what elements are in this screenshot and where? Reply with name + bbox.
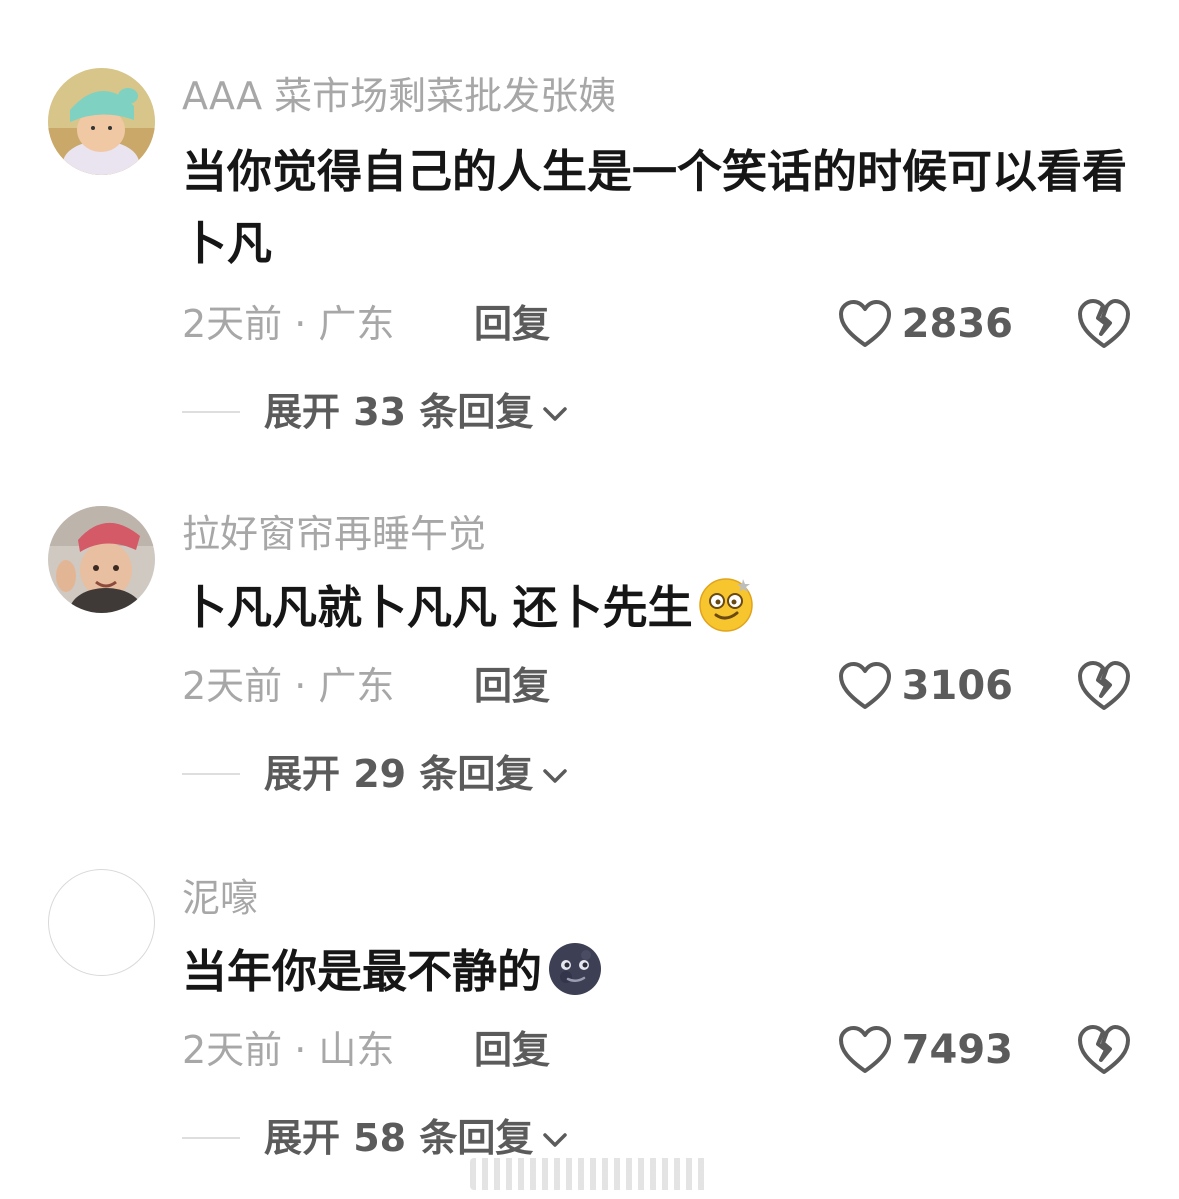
reply-button[interactable]: 回复 [474, 300, 550, 348]
reply-button[interactable]: 回复 [474, 1026, 550, 1074]
expand-replies-label: 展开 29 条回复 [264, 752, 534, 796]
divider-line [182, 773, 240, 775]
like-count: 7493 [901, 1027, 1013, 1073]
comment-text: 卜凡凡就卜凡凡 还卜先生 [182, 572, 1142, 654]
like-count: 2836 [901, 301, 1013, 347]
dislike-button[interactable] [1076, 1022, 1132, 1078]
dislike-button[interactable] [1076, 658, 1132, 714]
expand-replies-button[interactable]: 展开 33 条回复 [182, 386, 569, 438]
avatar-cartoon-image [48, 68, 155, 175]
dizzy-face-emoji [697, 575, 755, 654]
reply-button[interactable]: 回复 [474, 662, 550, 710]
chevron-down-icon [543, 407, 568, 421]
watermark [470, 1158, 710, 1190]
comment-time-location: 2天前 · 山东 [182, 1028, 395, 1072]
new-moon-face-emoji [546, 939, 604, 1018]
comment-text: 当你觉得自己的人生是一个笑话的时候可以看看卜凡 [182, 136, 1142, 280]
divider-line [182, 411, 240, 413]
chevron-down-icon [543, 1133, 568, 1147]
comment-text-content: 卜凡凡就卜凡凡 还卜先生 [182, 581, 693, 634]
chevron-down-icon [543, 769, 568, 783]
expand-replies-button[interactable]: 展开 29 条回复 [182, 748, 569, 800]
comment-time-location: 2天前 · 广东 [182, 664, 395, 708]
comment-text-content: 当你觉得自己的人生是一个笑话的时候可以看看卜凡 [182, 145, 1128, 270]
comment-text: 当年你是最不静的 [182, 936, 1142, 1018]
like-count: 3106 [901, 663, 1013, 709]
heart-outline-icon [838, 300, 891, 347]
like-button[interactable]: 3106 [838, 658, 1013, 714]
comment-username[interactable]: 泥嚎 [182, 874, 258, 922]
comment-username[interactable]: AAA 菜市场剩菜批发张姨 [182, 72, 616, 120]
like-button[interactable]: 7493 [838, 1022, 1013, 1078]
broken-heart-icon [1078, 299, 1130, 348]
avatar[interactable] [48, 869, 155, 976]
expand-replies-label: 展开 33 条回复 [264, 390, 534, 434]
divider-line [182, 1137, 240, 1139]
comment-time-location: 2天前 · 广东 [182, 302, 395, 346]
avatar[interactable] [48, 68, 155, 175]
heart-outline-icon [838, 1026, 891, 1073]
like-button[interactable]: 2836 [838, 296, 1013, 352]
comment-text-content: 当年你是最不静的 [182, 945, 543, 998]
avatar-child-photo [48, 506, 155, 613]
heart-outline-icon [838, 662, 891, 709]
dislike-button[interactable] [1076, 296, 1132, 352]
comment-username[interactable]: 拉好窗帘再睡午觉 [182, 510, 486, 558]
expand-replies-label: 展开 58 条回复 [264, 1116, 534, 1160]
broken-heart-icon [1078, 661, 1130, 710]
broken-heart-icon [1078, 1025, 1130, 1074]
expand-replies-button[interactable]: 展开 58 条回复 [182, 1112, 569, 1164]
avatar[interactable] [48, 506, 155, 613]
